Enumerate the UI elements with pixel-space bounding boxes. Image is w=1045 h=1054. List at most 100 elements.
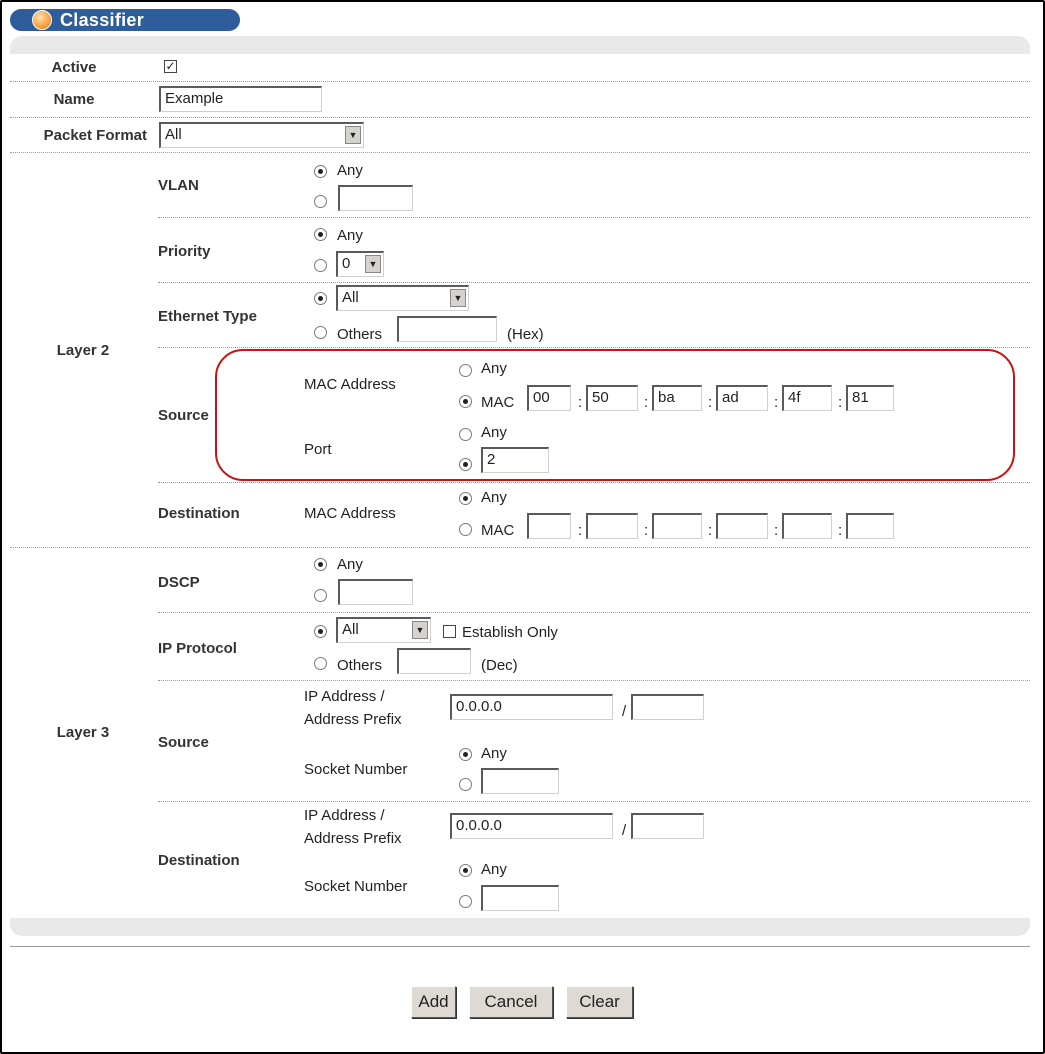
- l2-source-mac-any-radio[interactable]: [459, 364, 472, 377]
- mac-separator: :: [774, 522, 779, 539]
- mac-separator: :: [838, 522, 843, 539]
- priority-select[interactable]: 0 ▼: [336, 251, 384, 277]
- mac-separator: :: [708, 394, 713, 411]
- establish-only-checkbox[interactable]: [443, 625, 456, 638]
- l3-destination-socket-radio[interactable]: [459, 895, 472, 908]
- mac-separator: :: [644, 522, 649, 539]
- ip-protocol-label: IP Protocol: [158, 640, 237, 657]
- priority-any-radio[interactable]: [314, 228, 327, 241]
- l2-destination-mac-octet-1[interactable]: [527, 513, 571, 539]
- l2-destination-mac-octet-6[interactable]: [846, 513, 894, 539]
- l3-source-socket-radio[interactable]: [459, 778, 472, 791]
- name-label: Name: [53, 91, 95, 108]
- l3-destination-socket-input[interactable]: [481, 885, 559, 911]
- ethernet-type-others-radio[interactable]: [314, 326, 327, 339]
- l2-destination-mac-octet-5[interactable]: [782, 513, 832, 539]
- mac-separator: :: [644, 394, 649, 411]
- vlan-any-text: Any: [337, 162, 363, 179]
- ip-protocol-others-text: Others: [337, 657, 383, 674]
- l2-source-mac-any-text: Any: [481, 360, 507, 377]
- establish-only-text: Establish Only: [462, 624, 558, 641]
- l2-source-mac-octet-5[interactable]: 4f: [782, 385, 832, 411]
- l3-source-socket-input[interactable]: [481, 768, 559, 794]
- l3-destination-prefix-input[interactable]: [631, 813, 704, 839]
- ethernet-type-others-input[interactable]: [397, 316, 497, 342]
- l3-destination-ip-label-1: IP Address /: [304, 807, 385, 824]
- ethernet-type-select[interactable]: All ▼: [336, 285, 469, 311]
- cancel-button[interactable]: Cancel: [469, 986, 553, 1018]
- l2-source-label: Source: [158, 407, 209, 424]
- chevron-down-icon: ▼: [365, 255, 381, 273]
- l2-source-mac-radio[interactable]: [459, 395, 472, 408]
- ethernet-type-unit: (Hex): [507, 326, 544, 343]
- chevron-down-icon: ▼: [412, 621, 428, 639]
- l2-destination-mac-text: MAC: [481, 522, 515, 539]
- highlight-box: [215, 349, 1015, 481]
- packet-format-label: Packet Format: [43, 127, 147, 144]
- l3-source-prefix-input[interactable]: [631, 694, 704, 720]
- packet-format-value: All: [165, 126, 182, 143]
- l2-destination-mac-octet-3[interactable]: [652, 513, 702, 539]
- dscp-input[interactable]: [338, 579, 413, 605]
- dscp-label: DSCP: [158, 574, 200, 591]
- mac-separator: :: [838, 394, 843, 411]
- l2-source-port-input[interactable]: 2: [481, 447, 549, 473]
- l3-source-ip-input[interactable]: 0.0.0.0: [450, 694, 613, 720]
- priority-value-radio[interactable]: [314, 259, 327, 272]
- vlan-input[interactable]: [338, 185, 413, 211]
- ip-protocol-select[interactable]: All ▼: [336, 617, 431, 643]
- ip-protocol-unit: (Dec): [481, 657, 518, 674]
- divider: [10, 117, 1030, 118]
- dscp-value-radio[interactable]: [314, 589, 327, 602]
- divider: [158, 680, 1030, 681]
- l2-destination-label: Destination: [158, 505, 240, 522]
- vlan-value-radio[interactable]: [314, 195, 327, 208]
- l3-source-label: Source: [158, 734, 209, 751]
- l2-source-mac-octet-1[interactable]: 00: [527, 385, 571, 411]
- l2-source-port-any-text: Any: [481, 424, 507, 441]
- ip-protocol-select-radio[interactable]: [314, 625, 327, 638]
- l2-destination-mac-octet-2[interactable]: [586, 513, 638, 539]
- l2-destination-mac-octet-4[interactable]: [716, 513, 768, 539]
- priority-any-text: Any: [337, 227, 363, 244]
- l3-source-socket-any-radio[interactable]: [459, 748, 472, 761]
- l3-destination-ip-input[interactable]: 0.0.0.0: [450, 813, 613, 839]
- mac-separator: :: [708, 522, 713, 539]
- add-button[interactable]: Add: [411, 986, 456, 1018]
- dscp-any-radio[interactable]: [314, 558, 327, 571]
- l3-source-ip-label-1: IP Address /: [304, 688, 385, 705]
- ip-protocol-others-radio[interactable]: [314, 657, 327, 670]
- ethernet-type-label: Ethernet Type: [158, 308, 257, 325]
- l3-destination-socket-any-text: Any: [481, 861, 507, 878]
- l2-source-mac-text: MAC: [481, 394, 515, 411]
- ethernet-type-select-radio[interactable]: [314, 292, 327, 305]
- l3-destination-label: Destination: [158, 852, 240, 869]
- l2-destination-mac-any-radio[interactable]: [459, 492, 472, 505]
- clear-button[interactable]: Clear: [566, 986, 633, 1018]
- l2-source-port-radio[interactable]: [459, 458, 472, 471]
- l2-source-port-label: Port: [304, 441, 332, 458]
- l2-source-mac-octet-2[interactable]: 50: [586, 385, 638, 411]
- l3-source-socket-any-text: Any: [481, 745, 507, 762]
- layer3-label: Layer 3: [56, 724, 110, 741]
- divider: [158, 482, 1030, 483]
- l2-source-port-any-radio[interactable]: [459, 428, 472, 441]
- l2-source-mac-octet-6[interactable]: 81: [846, 385, 894, 411]
- name-input[interactable]: Example: [159, 86, 322, 112]
- divider: [158, 612, 1030, 613]
- active-checkbox[interactable]: ✓: [164, 60, 177, 73]
- divider: [158, 801, 1030, 802]
- l2-source-mac-octet-3[interactable]: ba: [652, 385, 702, 411]
- packet-format-select[interactable]: All ▼: [159, 122, 364, 148]
- l2-destination-mac-radio[interactable]: [459, 523, 472, 536]
- vlan-any-radio[interactable]: [314, 165, 327, 178]
- chevron-down-icon: ▼: [345, 126, 361, 144]
- l3-destination-socket-any-radio[interactable]: [459, 864, 472, 877]
- ethernet-type-others-text: Others: [337, 326, 383, 343]
- l3-destination-socket-label: Socket Number: [304, 878, 408, 895]
- ip-protocol-others-input[interactable]: [397, 648, 471, 674]
- mac-separator: :: [578, 522, 583, 539]
- chevron-down-icon: ▼: [450, 289, 466, 307]
- l2-source-mac-label: MAC Address: [304, 376, 396, 393]
- l2-source-mac-octet-4[interactable]: ad: [716, 385, 768, 411]
